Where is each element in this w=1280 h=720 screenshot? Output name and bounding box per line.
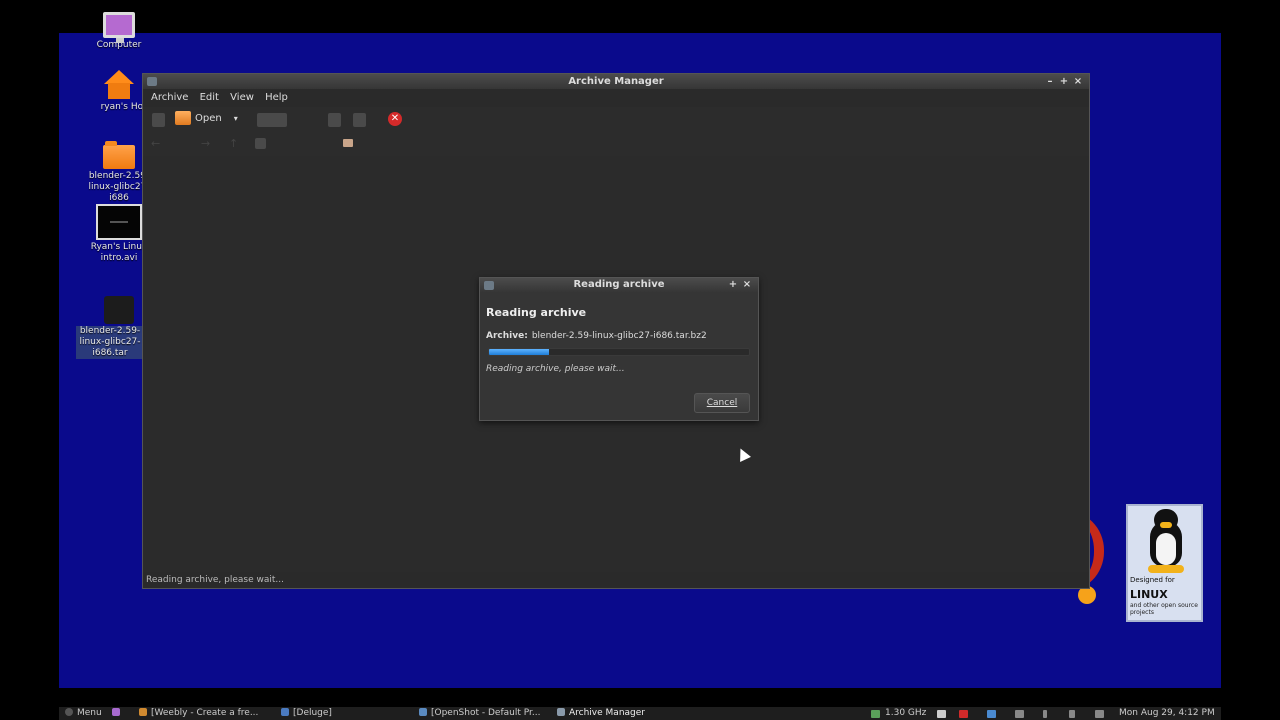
openshot-icon [419, 708, 427, 716]
cancel-button[interactable]: Cancel [694, 393, 750, 413]
task-label: [OpenShot - Default Pr... [431, 708, 541, 718]
maximize-icon[interactable]: + [1057, 74, 1071, 89]
add-files-icon[interactable] [328, 113, 341, 127]
add-folder-icon[interactable] [353, 113, 366, 127]
monitor-icon[interactable] [1015, 710, 1024, 718]
menu-edit[interactable]: Edit [196, 89, 223, 107]
up-arrow-icon[interactable]: ↑ [229, 137, 238, 150]
stop-button[interactable]: ✕ [388, 112, 402, 126]
menu-help[interactable]: Help [261, 89, 292, 107]
volume-icon[interactable] [1095, 710, 1104, 718]
dialog-heading: Reading archive [486, 306, 587, 319]
location-folder-icon [343, 139, 353, 147]
badge-designed-for: Designed for [1130, 576, 1175, 584]
open-button[interactable]: Open ▾ [175, 111, 238, 125]
menu-icon [65, 708, 73, 716]
linux-badge: Designed for LINUX and other open source… [1126, 504, 1203, 622]
task-label: [Weebly - Create a fre... [151, 708, 259, 718]
alert-icon[interactable] [959, 710, 968, 718]
shield-icon[interactable] [937, 710, 946, 718]
dialog-archive-line: Archive: blender-2.59-linux-glibc27-i686.… [486, 331, 707, 341]
home-folder-icon [104, 70, 134, 100]
network-icon[interactable] [1043, 710, 1047, 718]
menu-label: Menu [77, 708, 102, 718]
dialog-status-text: Reading archive, please wait... [486, 364, 625, 374]
progress-fill [489, 349, 549, 355]
desktop-icon-label: blender-2.59-linux-glibc27-i686.tar [76, 326, 144, 359]
window-title: Archive Manager [568, 76, 664, 87]
show-desktop-icon[interactable] [112, 707, 120, 720]
forward-arrow-icon[interactable]: → [201, 137, 210, 150]
dialog-titlebar[interactable]: Reading archive + × [480, 278, 758, 292]
deluge-icon [281, 708, 289, 716]
open-label: Open [195, 112, 222, 124]
menu-archive[interactable]: Archive [147, 89, 192, 107]
dialog-title: Reading archive [573, 279, 665, 290]
reading-archive-dialog: Reading archive + × Reading archive Archi… [479, 277, 759, 421]
menubar: Archive Edit View Help [143, 89, 1089, 107]
window-titlebar[interactable]: Archive Manager – + × [143, 74, 1089, 89]
task-deluge[interactable]: [Deluge] [281, 707, 406, 720]
location-bar: ← → ↑ [143, 133, 1089, 155]
desktop-icon-computer[interactable]: Computer [74, 12, 164, 51]
task-archive-manager[interactable]: Archive Manager [557, 707, 687, 720]
minimize-icon[interactable]: – [1043, 74, 1057, 89]
progress-bar [488, 348, 750, 356]
clock[interactable]: Mon Aug 29, 4:12 PM [1119, 707, 1215, 720]
open-dropdown-icon[interactable]: ▾ [234, 114, 238, 123]
dialog-close-icon[interactable]: × [740, 278, 754, 292]
toolbar: Open ▾ ✕ [143, 107, 1089, 133]
taskbar: Menu [Weebly - Create a fre... [Deluge] … [59, 707, 1221, 720]
archive-manager-icon [557, 708, 565, 716]
cancel-label: Cancel [706, 398, 738, 408]
status-bar: Reading archive, please wait... [143, 572, 1089, 588]
back-arrow-icon[interactable]: ← [151, 137, 160, 150]
cpu-frequency: 1.30 GHz [885, 708, 927, 718]
task-openshot[interactable]: [OpenShot - Default Pr... [419, 707, 549, 720]
browser-icon [139, 708, 147, 716]
home-icon[interactable] [255, 138, 266, 149]
task-label: [Deluge] [293, 708, 332, 718]
dropbox-icon[interactable] [987, 710, 996, 718]
task-label: Archive Manager [569, 708, 645, 718]
task-weebly[interactable]: [Weebly - Create a fre... [139, 707, 269, 720]
computer-icon [103, 12, 135, 43]
dialog-app-icon [484, 281, 494, 290]
folder-icon [103, 141, 135, 169]
dialog-maximize-icon[interactable]: + [726, 278, 740, 292]
badge-subtitle: and other open source projects [1130, 602, 1198, 616]
battery-icon[interactable] [1069, 710, 1075, 718]
badge-linux: LINUX [1130, 588, 1168, 601]
archive-label: Archive: [486, 331, 528, 341]
video-file-icon [96, 204, 142, 240]
archive-filename: blender-2.59-linux-glibc27-i686.tar.bz2 [531, 331, 707, 341]
open-folder-icon [175, 111, 191, 125]
extract-button[interactable] [257, 113, 287, 127]
tux-penguin-icon [1146, 509, 1186, 573]
menu-button[interactable]: Menu [65, 707, 102, 720]
archive-file-icon [104, 296, 134, 324]
app-icon [147, 77, 157, 86]
new-archive-icon[interactable] [152, 113, 165, 127]
cpu-icon[interactable] [871, 710, 880, 718]
menu-view[interactable]: View [226, 89, 258, 107]
close-icon[interactable]: × [1071, 74, 1085, 89]
